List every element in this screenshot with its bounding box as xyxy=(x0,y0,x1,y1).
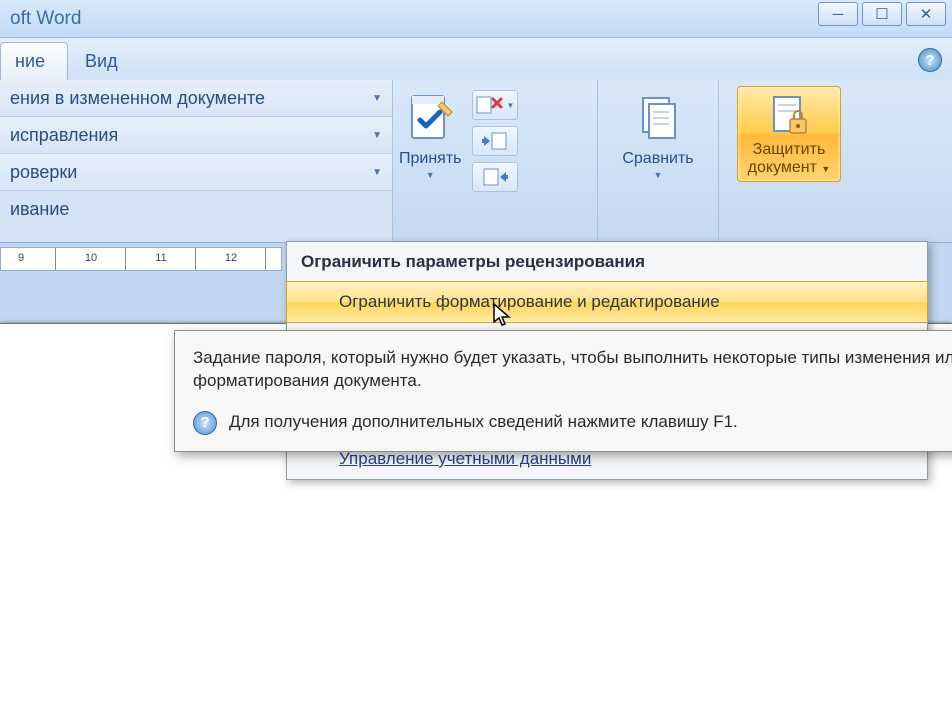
tooltip: Задание пароля, который нужно будет указ… xyxy=(174,330,952,452)
chevron-down-icon: ▼ xyxy=(507,101,515,110)
protect-document-icon xyxy=(766,93,812,139)
chevron-down-icon: ▼ xyxy=(372,93,382,104)
window-titlebar: oft Word ─ ☐ ✕ xyxy=(0,0,952,38)
ribbon-tabs: ние Вид ? xyxy=(0,38,952,80)
changes-mini-buttons: ▼ xyxy=(472,90,518,198)
show-markup[interactable]: исправления▼ xyxy=(0,117,392,154)
horizontal-ruler[interactable]: 9 10 11 12 xyxy=(0,247,282,271)
accept-button[interactable]: Принять ▼ xyxy=(399,90,462,180)
reviewing-pane[interactable]: роверки▼ xyxy=(0,154,392,191)
compare-group: Сравнить ▼ xyxy=(598,80,719,242)
chevron-down-icon: ▼ xyxy=(372,167,382,178)
menu-restrict-formatting[interactable]: Ограничить форматирование и редактирован… xyxy=(286,281,928,323)
previous-change-button[interactable] xyxy=(472,126,518,156)
protect-document-button[interactable]: Защитить документ ▼ xyxy=(737,86,842,182)
chevron-down-icon: ▼ xyxy=(426,170,435,180)
help-icon[interactable]: ? xyxy=(918,48,942,72)
changes-group: Принять ▼ ▼ xyxy=(393,80,598,242)
next-change-button[interactable] xyxy=(472,162,518,192)
tooltip-body: Задание пароля, который нужно будет указ… xyxy=(193,347,952,393)
chevron-down-icon: ▼ xyxy=(821,164,830,174)
menu-section-header: Ограничить параметры рецензирования xyxy=(287,242,927,282)
maximize-button[interactable]: ☐ xyxy=(862,2,902,26)
compare-icon xyxy=(635,90,681,146)
tooltip-help: Для получения дополнительных сведений на… xyxy=(229,411,738,434)
tracking-panel: ения в измененном документе▼ исправления… xyxy=(0,80,393,242)
accept-icon xyxy=(402,90,458,146)
chevron-down-icon: ▼ xyxy=(654,170,663,180)
window-title: oft Word xyxy=(10,8,81,30)
tracking-label: ивание xyxy=(0,191,392,242)
window-controls: ─ ☐ ✕ xyxy=(814,2,946,26)
protect-group: Защитить документ ▼ xyxy=(719,80,859,242)
tab-view[interactable]: Вид xyxy=(70,42,141,80)
ribbon: ения в измененном документе▼ исправления… xyxy=(0,80,952,243)
compare-button[interactable]: Сравнить ▼ xyxy=(622,90,693,180)
minimize-button[interactable]: ─ xyxy=(818,2,858,26)
tab-review[interactable]: ние xyxy=(0,42,68,80)
help-icon: ? xyxy=(193,411,217,435)
reject-button[interactable]: ▼ xyxy=(472,90,518,120)
display-for-review[interactable]: ения в измененном документе▼ xyxy=(0,80,392,117)
chevron-down-icon: ▼ xyxy=(372,130,382,141)
close-button[interactable]: ✕ xyxy=(906,2,946,26)
